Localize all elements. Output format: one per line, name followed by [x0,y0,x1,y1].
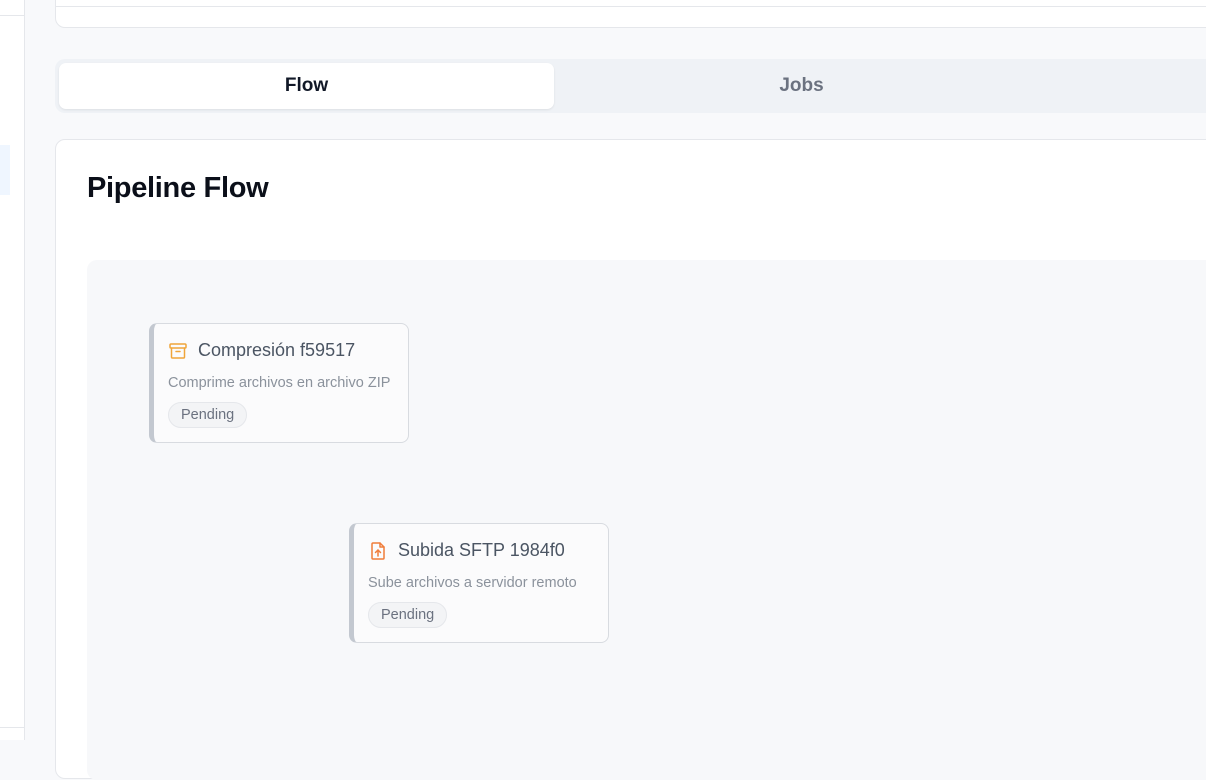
node-description: Sube archivos a servidor remoto [368,575,577,591]
page-title: Pipeline Flow [87,172,269,204]
tab-flow[interactable]: Flow [59,63,554,109]
sidebar [0,0,25,740]
flow-node-sftp-upload[interactable]: Subida SFTP 1984f0 Sube archivos a servi… [349,523,609,643]
sidebar-divider [0,15,24,16]
node-title: Compresión f59517 [198,340,356,360]
pipeline-flow-card: Pipeline Flow Compresión f59517 Comprime… [55,139,1206,780]
status-badge: Pending [368,602,448,628]
flow-canvas[interactable]: Compresión f59517 Comprime archivos en a… [87,260,1206,780]
tab-bar: Flow Jobs [55,59,1206,113]
node-description: Comprime archivos en archivo ZIP [168,375,391,391]
sidebar-divider [0,727,24,728]
status-badge: Pending [168,402,248,428]
header-card [55,0,1206,28]
sidebar-active-item[interactable] [0,145,10,195]
archive-icon [168,341,188,361]
flow-node-compression[interactable]: Compresión f59517 Comprime archivos en a… [149,323,409,443]
header-divider [56,6,1206,7]
file-upload-icon [368,541,388,561]
node-title: Subida SFTP 1984f0 [398,540,565,560]
tab-jobs[interactable]: Jobs [554,63,1049,109]
